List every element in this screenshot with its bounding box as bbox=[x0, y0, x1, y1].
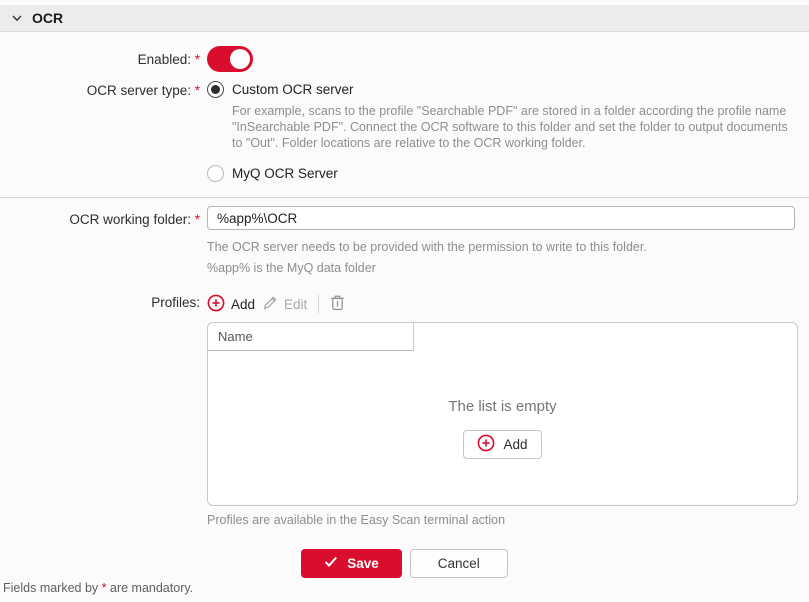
profiles-add-button[interactable]: Add bbox=[207, 294, 255, 315]
working-folder-label: OCR working folder: * bbox=[0, 210, 200, 227]
profiles-row: Profiles: Add Edit bbox=[0, 293, 809, 528]
plus-circle-icon bbox=[207, 294, 225, 315]
enabled-toggle[interactable] bbox=[207, 46, 253, 72]
add-button-label: Add bbox=[231, 297, 255, 312]
profiles-table-empty-state: The list is empty Add bbox=[208, 337, 797, 505]
profiles-help-text: Profiles are available in the Easy Scan … bbox=[207, 512, 798, 528]
working-folder-row: OCR working folder: * bbox=[0, 206, 809, 230]
radio-unselected-icon bbox=[207, 165, 224, 182]
enabled-row: Enabled: * bbox=[0, 46, 809, 72]
toggle-knob bbox=[230, 49, 250, 69]
radio-selected-icon bbox=[207, 81, 224, 98]
working-folder-help-1: The OCR server needs to be provided with… bbox=[207, 239, 647, 255]
save-button[interactable]: Save bbox=[301, 549, 402, 578]
edit-button-label: Edit bbox=[284, 297, 307, 312]
chevron-down-icon bbox=[11, 12, 23, 24]
profiles-edit-button[interactable]: Edit bbox=[262, 295, 307, 314]
working-folder-help-row: The OCR server needs to be provided with… bbox=[0, 230, 809, 281]
server-type-row: OCR server type: * Custom OCR server For… bbox=[0, 81, 809, 182]
trash-icon bbox=[330, 294, 345, 314]
profiles-label: Profiles: bbox=[0, 293, 200, 310]
profiles-table: Name The list is empty Add bbox=[207, 322, 798, 506]
mandatory-fields-note: Fields marked by * are mandatory. bbox=[3, 581, 193, 595]
plus-circle-icon bbox=[477, 434, 495, 455]
working-folder-help-2: %app% is the MyQ data folder bbox=[207, 260, 647, 276]
ocr-section-header[interactable]: OCR bbox=[0, 5, 809, 32]
form-actions: Save Cancel bbox=[0, 549, 809, 578]
save-button-label: Save bbox=[347, 556, 379, 571]
empty-list-add-button[interactable]: Add bbox=[463, 430, 541, 459]
radio-myq-label: MyQ OCR Server bbox=[232, 166, 338, 181]
pencil-icon bbox=[262, 295, 278, 314]
empty-add-label: Add bbox=[503, 437, 527, 452]
profiles-delete-button[interactable] bbox=[330, 294, 345, 314]
check-icon bbox=[324, 556, 338, 571]
empty-list-text: The list is empty bbox=[448, 398, 556, 415]
toolbar-separator bbox=[318, 295, 319, 313]
radio-custom-label: Custom OCR server bbox=[232, 82, 354, 97]
cancel-button[interactable]: Cancel bbox=[410, 549, 508, 578]
section-divider bbox=[0, 197, 809, 198]
custom-server-help-text: For example, scans to the profile "Searc… bbox=[232, 103, 798, 151]
radio-custom-ocr-server[interactable]: Custom OCR server bbox=[207, 81, 798, 98]
cancel-button-label: Cancel bbox=[438, 556, 480, 571]
section-title: OCR bbox=[32, 10, 63, 26]
enabled-label: Enabled: * bbox=[0, 52, 200, 67]
radio-myq-ocr-server[interactable]: MyQ OCR Server bbox=[207, 165, 798, 182]
ocr-working-folder-input[interactable] bbox=[207, 206, 795, 230]
profiles-toolbar: Add Edit bbox=[207, 293, 798, 315]
server-type-label: OCR server type: * bbox=[0, 81, 200, 98]
